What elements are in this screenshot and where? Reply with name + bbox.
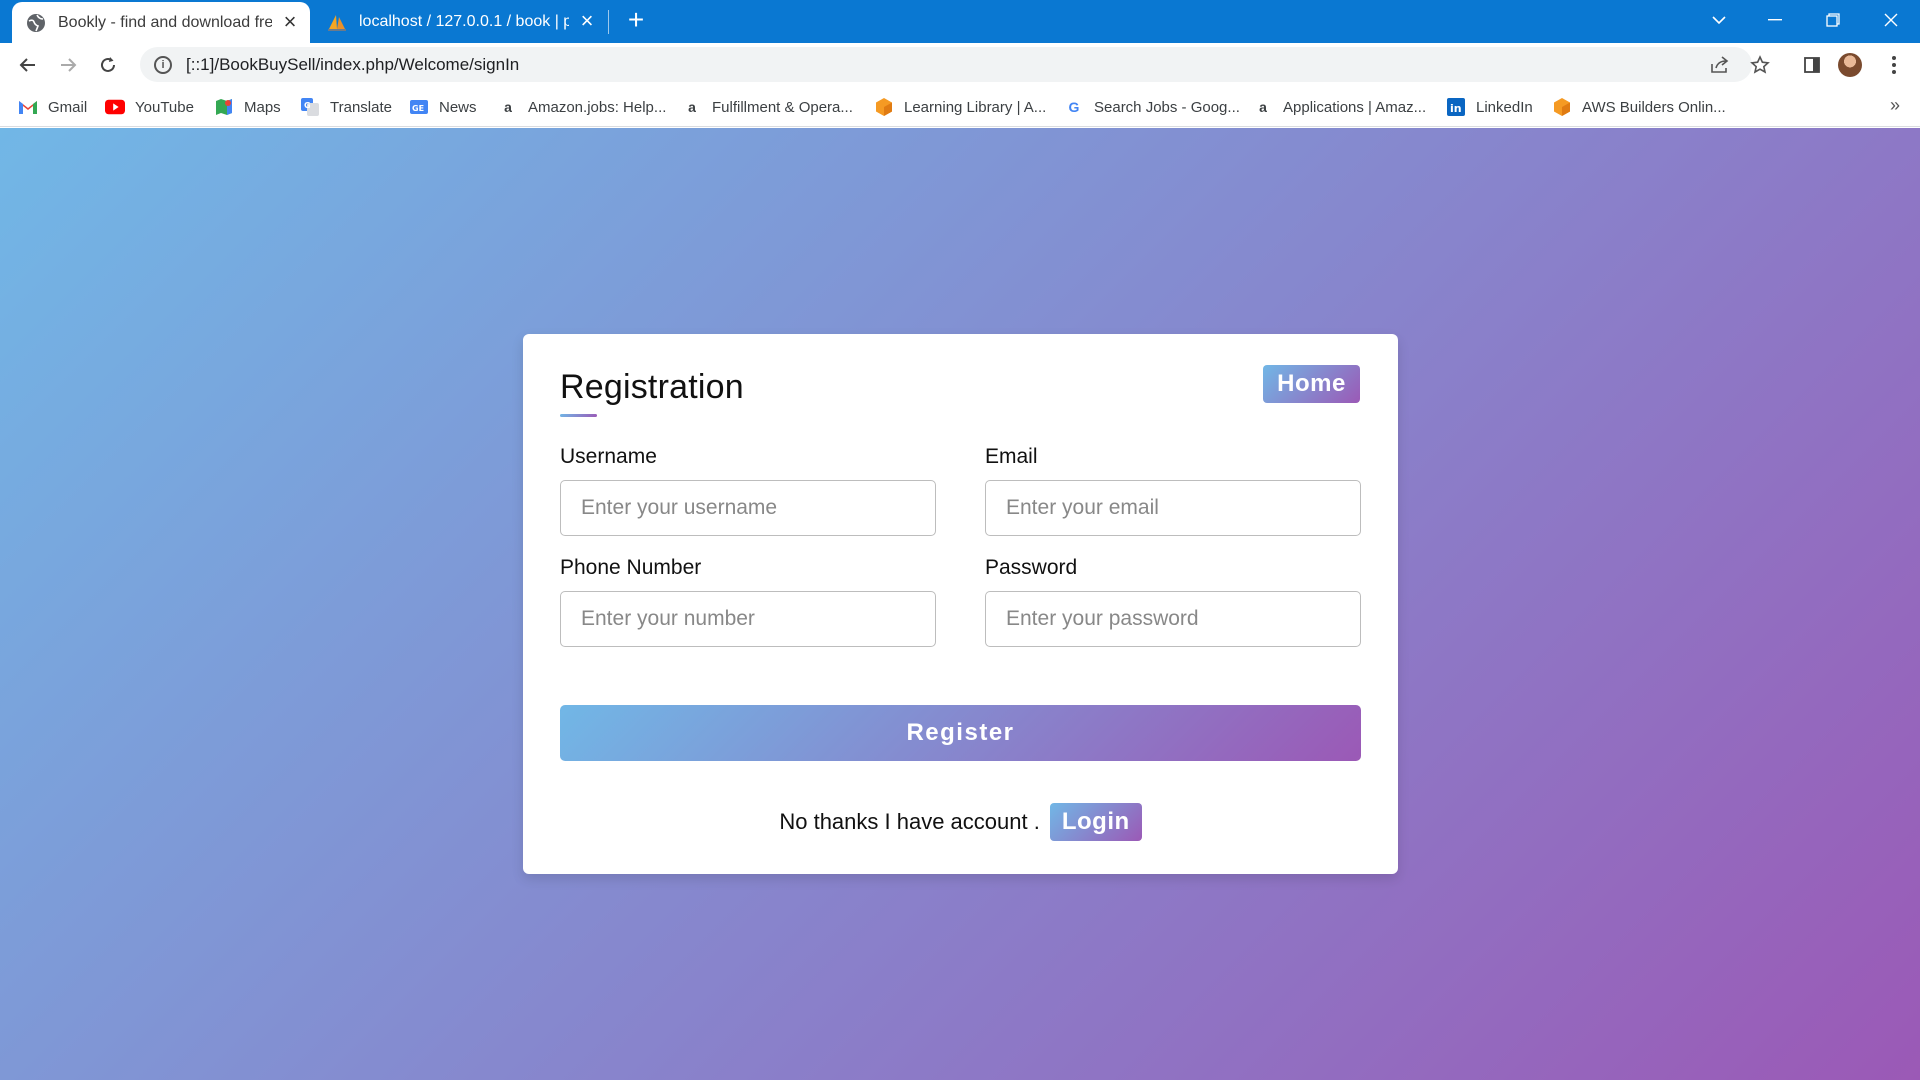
maps-icon <box>214 97 234 117</box>
avatar[interactable] <box>1834 49 1866 81</box>
close-tab-icon[interactable]: × <box>280 10 300 33</box>
bookmark-fulfillment[interactable]: a Fulfillment & Opera... <box>682 95 853 119</box>
tab-bookly[interactable]: Bookly - find and download free × <box>12 2 310 43</box>
bookmark-linkedin[interactable]: in LinkedIn <box>1446 95 1533 119</box>
bookmark-applications[interactable]: a Applications | Amaz... <box>1253 95 1426 119</box>
amazon-icon: a <box>688 99 696 115</box>
forward-arrow-icon[interactable] <box>52 49 84 81</box>
tab-separator <box>608 10 609 34</box>
globe-icon <box>26 13 46 33</box>
news-icon: GE <box>409 97 429 117</box>
page-title: Registration <box>560 368 744 406</box>
bookmark-learning-library[interactable]: Learning Library | A... <box>874 95 1046 119</box>
bookmark-label: Fulfillment & Opera... <box>712 98 853 116</box>
amazon-icon: a <box>1259 99 1267 115</box>
tab-title: localhost / 127.0.0.1 / book | php <box>359 12 569 30</box>
username-label: Username <box>560 445 657 468</box>
browser-tabstrip: Bookly - find and download free × localh… <box>0 0 1920 43</box>
bookmark-label: Maps <box>244 98 281 116</box>
bookmark-news[interactable]: GE News <box>409 95 477 119</box>
close-tab-icon[interactable]: × <box>577 9 597 32</box>
tab-title: Bookly - find and download free <box>58 13 272 31</box>
restore-icon[interactable] <box>1810 0 1856 40</box>
address-bar[interactable]: i [::1]/BookBuySell/index.php/Welcome/si… <box>140 47 1770 82</box>
phpmyadmin-sail-icon <box>327 12 347 32</box>
bookmark-star-icon[interactable] <box>1744 47 1776 82</box>
register-button[interactable]: Register <box>560 705 1361 761</box>
bookmark-search-jobs[interactable]: G Search Jobs - Goog... <box>1064 95 1240 119</box>
side-panel-icon[interactable] <box>1796 49 1828 81</box>
bookmark-youtube[interactable]: YouTube <box>105 95 194 119</box>
bookmark-label: Gmail <box>48 98 88 116</box>
username-input[interactable] <box>560 480 936 536</box>
password-input[interactable] <box>985 591 1361 647</box>
bookmarks-bar: Gmail YouTube Maps G Translate GE News a… <box>0 86 1920 127</box>
more-menu-icon[interactable] <box>1878 49 1910 81</box>
svg-text:G: G <box>304 101 311 110</box>
youtube-icon <box>105 97 125 117</box>
close-window-icon[interactable] <box>1868 0 1914 40</box>
bookmark-translate[interactable]: G Translate <box>300 95 392 119</box>
bookmarks-overflow-button[interactable]: » <box>1890 95 1900 116</box>
share-icon[interactable] <box>1704 47 1736 82</box>
browser-toolbar: i [::1]/BookBuySell/index.php/Welcome/si… <box>0 43 1920 86</box>
bookmark-label: Applications | Amaz... <box>1283 98 1427 116</box>
page-background: Registration Home Username Email Phone N… <box>0 128 1920 1080</box>
no-account-text: No thanks I have account . <box>779 809 1040 834</box>
translate-icon: G <box>300 97 320 117</box>
bookmark-label: Amazon.jobs: Help... <box>528 98 667 116</box>
gmail-icon <box>18 97 38 117</box>
login-prompt: No thanks I have account . Login <box>523 803 1398 841</box>
password-label: Password <box>985 556 1078 579</box>
svg-text:in: in <box>1450 102 1462 115</box>
amazon-icon: a <box>504 99 512 115</box>
home-button[interactable]: Home <box>1263 365 1360 403</box>
bookmark-maps[interactable]: Maps <box>214 95 281 119</box>
bookmark-label: YouTube <box>135 98 194 116</box>
tab-phpmyadmin[interactable]: localhost / 127.0.0.1 / book | php × <box>313 0 607 43</box>
svg-text:GE: GE <box>412 104 424 113</box>
phone-label: Phone Number <box>560 556 702 579</box>
google-icon: G <box>1068 99 1080 115</box>
bookmark-amazon-jobs[interactable]: a Amazon.jobs: Help... <box>498 95 666 119</box>
linkedin-icon: in <box>1446 97 1466 117</box>
reload-icon[interactable] <box>92 49 124 81</box>
title-underline <box>560 414 597 417</box>
bookmark-label: News <box>439 98 477 116</box>
bookmark-label: Translate <box>330 98 392 116</box>
site-info-icon[interactable]: i <box>154 55 172 74</box>
phone-input[interactable] <box>560 591 936 647</box>
minimize-icon[interactable] <box>1752 0 1798 40</box>
new-tab-button[interactable]: + <box>621 6 651 36</box>
address-url: [::1]/BookBuySell/index.php/Welcome/sign… <box>186 54 520 74</box>
profile-avatar-icon <box>1838 53 1862 77</box>
bookmark-aws-builders[interactable]: AWS Builders Onlin... <box>1552 95 1726 119</box>
bookmark-label: LinkedIn <box>1476 98 1533 116</box>
registration-card: Registration Home Username Email Phone N… <box>523 334 1398 874</box>
bookmark-label: Search Jobs - Goog... <box>1094 98 1240 116</box>
bookmark-label: AWS Builders Onlin... <box>1582 98 1726 116</box>
bookmark-gmail[interactable]: Gmail <box>18 95 87 119</box>
tab-search-icon[interactable] <box>1696 0 1742 40</box>
back-arrow-icon[interactable] <box>12 49 44 81</box>
login-button[interactable]: Login <box>1049 803 1142 841</box>
bookmark-label: Learning Library | A... <box>904 98 1047 116</box>
email-label: Email <box>985 445 1038 468</box>
aws-cube-icon <box>874 97 894 117</box>
email-input[interactable] <box>985 480 1361 536</box>
aws-cube-icon <box>1552 97 1572 117</box>
